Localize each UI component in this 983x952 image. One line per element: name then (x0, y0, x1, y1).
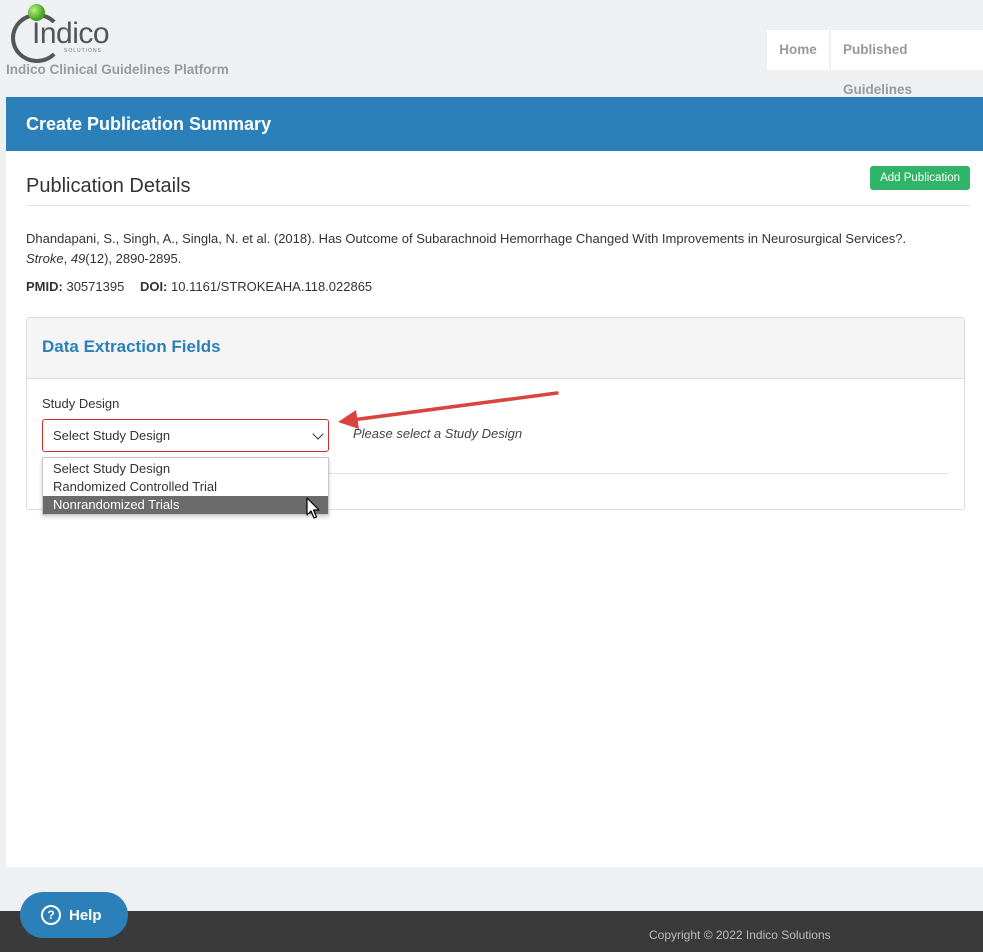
platform-name: Indico Clinical Guidelines Platform (6, 62, 229, 77)
copyright: Copyright © 2022 Indico Solutions (649, 928, 831, 942)
pmid-label: PMID: (26, 279, 63, 294)
help-button[interactable]: ? Help (20, 892, 128, 938)
divider (26, 205, 970, 206)
page-title: Create Publication Summary (6, 97, 983, 151)
logo-subtext: SOLUTIONS (64, 48, 102, 54)
chevron-down-icon (312, 428, 324, 440)
citation-issue-pages: (12), 2890-2895. (85, 251, 182, 266)
doi-value: 10.1161/STROKEAHA.118.022865 (171, 279, 373, 294)
citation-journal: Stroke (26, 251, 64, 266)
panel-title: Data Extraction Fields (27, 318, 964, 379)
nav-published-guidelines-link[interactable]: Published Guidelines (831, 30, 983, 97)
study-design-selected-value: Select Study Design (53, 428, 171, 443)
top-nav: Home Published Guidelines (767, 30, 983, 97)
section-title: Publication Details (26, 175, 191, 197)
pmid-value: 30571395 (66, 279, 125, 294)
option-randomized-controlled-trial[interactable]: Randomized Controlled Trial (43, 478, 328, 496)
doi-label: DOI: (139, 279, 168, 294)
footer: Copyright © 2022 Indico Solutions (0, 911, 983, 952)
citation-authors-title: Dhandapani, S., Singh, A., Singla, N. et… (26, 231, 907, 246)
study-design-options: Select Study Design Randomized Controlle… (42, 457, 329, 515)
logo-text: Indico (32, 17, 110, 50)
add-publication-button[interactable]: Add Publication (870, 166, 970, 190)
option-select-study-design[interactable]: Select Study Design (43, 460, 328, 478)
publication-ids: PMID: 30571395 DOI: 10.1161/STROKEAHA.11… (26, 279, 372, 294)
citation: Dhandapani, S., Singh, A., Singla, N. et… (26, 231, 907, 266)
annotation-arrow-icon (338, 391, 559, 429)
study-design-label: Study Design (42, 396, 120, 411)
help-label: Help (69, 906, 102, 924)
citation-volume: 49 (70, 251, 86, 266)
mouse-cursor-icon (306, 497, 320, 519)
study-design-select[interactable]: Select Study Design (42, 419, 329, 452)
question-icon: ? (41, 905, 61, 925)
option-nonrandomized-trials[interactable]: Nonrandomized Trials (43, 496, 328, 514)
nav-home-link[interactable]: Home (767, 30, 829, 70)
